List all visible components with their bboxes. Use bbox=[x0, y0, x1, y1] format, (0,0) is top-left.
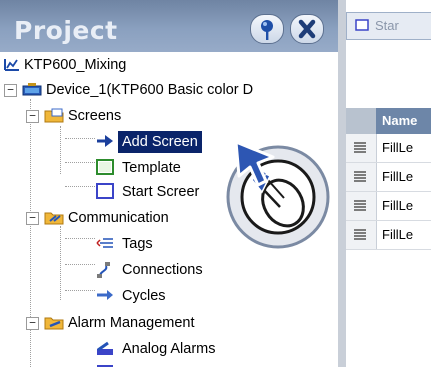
analog-alarms-icon bbox=[97, 341, 113, 355]
tree-item-add-screen[interactable]: Add Screen bbox=[96, 131, 246, 153]
alarm-folder-icon bbox=[44, 317, 64, 330]
connections-icon bbox=[97, 262, 110, 278]
table-row[interactable]: FillLe bbox=[346, 134, 431, 163]
table-empty-area bbox=[346, 270, 431, 367]
table-row[interactable]: FillLe bbox=[346, 192, 431, 221]
project-tree: KTP600_Mixing − Device_1(KTP600 Basic co… bbox=[0, 52, 338, 367]
collapse-toggle[interactable]: − bbox=[26, 212, 39, 225]
row-handle[interactable] bbox=[346, 163, 377, 191]
tree-item-alarm-management[interactable]: − Alarm Management bbox=[26, 312, 286, 334]
panel-title: Project bbox=[14, 16, 118, 45]
row-grip-icon bbox=[354, 142, 366, 153]
tree-item-label: Template bbox=[122, 160, 181, 176]
tree-item-label: KTP600_Mixing bbox=[24, 57, 127, 73]
tab-start-screen[interactable]: Star bbox=[346, 12, 431, 40]
table-row[interactable]: FillLe bbox=[346, 221, 431, 250]
screen-icon bbox=[96, 183, 114, 199]
workspace: Star Name FillLe FillLe FillLe FillLe bbox=[338, 0, 431, 367]
tree-item-template[interactable]: Template bbox=[96, 157, 246, 179]
splitter[interactable] bbox=[338, 0, 346, 367]
tree-item-cycles[interactable]: Cycles bbox=[96, 285, 246, 307]
project-icon bbox=[4, 59, 19, 71]
tree-item-label: Alarm Management bbox=[68, 315, 195, 331]
tree-guide-line bbox=[60, 226, 61, 300]
column-header-name[interactable]: Name bbox=[376, 108, 431, 134]
tree-item-device[interactable]: − Device_1(KTP600 Basic color D bbox=[4, 79, 334, 101]
template-icon bbox=[96, 159, 114, 175]
tree-item-label: Communication bbox=[68, 210, 169, 226]
row-grip-icon bbox=[354, 200, 366, 211]
row-handle[interactable] bbox=[346, 192, 377, 220]
cell-name[interactable]: FillLe bbox=[382, 198, 413, 213]
cell-name[interactable]: FillLe bbox=[382, 169, 413, 184]
tree-guide-line bbox=[65, 186, 95, 187]
collapse-toggle[interactable]: − bbox=[26, 110, 39, 123]
collapse-toggle[interactable]: − bbox=[4, 84, 17, 97]
tree-guide-line bbox=[65, 138, 95, 139]
tree-item-label: Cycles bbox=[122, 288, 166, 304]
tree-item-communication[interactable]: − Communication bbox=[26, 207, 276, 229]
add-arrow-icon bbox=[97, 135, 113, 147]
pin-icon bbox=[261, 20, 273, 40]
screens-folder-icon bbox=[44, 108, 64, 123]
tree-item-label: Add Screen bbox=[118, 131, 202, 153]
close-icon bbox=[298, 19, 316, 39]
row-handle[interactable] bbox=[346, 221, 377, 249]
tree-guide-line bbox=[65, 290, 95, 291]
tree-guide-line bbox=[65, 238, 95, 239]
project-panel: Project KTP600_Mixing − Device_1(KTP600 … bbox=[0, 0, 338, 367]
discrete-alarms-icon bbox=[97, 365, 113, 367]
tree-item-label: Tags bbox=[122, 236, 153, 252]
row-handle[interactable] bbox=[346, 134, 377, 162]
pin-button[interactable] bbox=[250, 14, 284, 44]
panel-header: Project bbox=[0, 0, 338, 52]
tree-guide-line bbox=[60, 126, 61, 174]
tree-guide-line bbox=[65, 162, 95, 163]
tree-item-label: Connections bbox=[122, 262, 203, 278]
tree-guide-line bbox=[65, 264, 95, 265]
tags-icon bbox=[96, 238, 113, 248]
table-corner bbox=[346, 108, 376, 134]
tree-item-connections[interactable]: Connections bbox=[96, 259, 246, 281]
tree-item-screens[interactable]: − Screens bbox=[26, 105, 226, 127]
table-row[interactable]: FillLe bbox=[346, 163, 431, 192]
row-grip-icon bbox=[354, 171, 366, 182]
cell-name[interactable]: FillLe bbox=[382, 227, 413, 242]
collapse-toggle[interactable]: − bbox=[26, 317, 39, 330]
tree-item-label: Screens bbox=[68, 108, 122, 124]
tree-item-project[interactable]: KTP600_Mixing bbox=[4, 54, 304, 76]
close-button[interactable] bbox=[290, 14, 324, 44]
tree-item-label: Start Screer bbox=[122, 184, 200, 200]
cell-name[interactable]: FillLe bbox=[382, 140, 413, 155]
tree-item-start-screen[interactable]: Start Screer bbox=[96, 181, 246, 203]
tree-item-label: Device_1(KTP600 Basic color D bbox=[46, 82, 254, 98]
tab-label: Star bbox=[375, 18, 399, 33]
tree-item-label: Analog Alarms bbox=[122, 341, 216, 357]
communication-folder-icon bbox=[44, 212, 64, 225]
tree-item-tags[interactable]: Tags bbox=[96, 233, 246, 255]
cycles-icon bbox=[97, 290, 113, 300]
row-grip-icon bbox=[354, 229, 366, 240]
screen-icon bbox=[355, 19, 369, 31]
hmi-device-icon bbox=[22, 83, 42, 96]
tree-item-analog-alarms[interactable]: Analog Alarms bbox=[96, 338, 246, 360]
tree-item-partial[interactable] bbox=[96, 361, 246, 367]
